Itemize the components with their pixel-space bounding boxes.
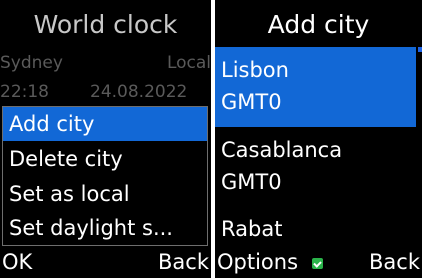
- city-list-item-timezone: GMT0: [221, 90, 282, 114]
- scrollbar[interactable]: [418, 47, 422, 52]
- local-label: Local: [166, 53, 211, 73]
- city-time: 22:18: [0, 82, 49, 102]
- softkey-options[interactable]: Options: [217, 249, 298, 275]
- screen-title: Add city: [267, 10, 370, 39]
- softkey-back[interactable]: Back: [158, 249, 209, 275]
- add-city-screen: Add city Lisbon GMT0 Casablanca GMT0 Rab…: [215, 0, 422, 278]
- city-date: 24.08.2022: [90, 82, 188, 102]
- menu-item-add-city[interactable]: Add city: [3, 107, 207, 141]
- city-list-item-name[interactable]: Casablanca: [221, 136, 342, 164]
- menu-item-delete-city[interactable]: Delete city: [3, 142, 207, 176]
- softkey-back[interactable]: Back: [369, 249, 420, 275]
- check-icon: [312, 258, 323, 269]
- world-clock-screen: World clock Sydney Local 22:18 24.08.202…: [0, 0, 211, 278]
- city-name: Sydney: [0, 53, 63, 73]
- city-list-item-name[interactable]: Rabat: [221, 215, 282, 243]
- screen-title: World clock: [33, 10, 178, 39]
- city-list-item-timezone: GMT0: [221, 170, 282, 194]
- city-list-item-name[interactable]: Lisbon: [221, 56, 289, 84]
- menu-item-set-daylight[interactable]: Set daylight s...: [3, 211, 207, 245]
- options-menu: Add city Delete city Set as local Set da…: [2, 106, 208, 246]
- menu-item-set-as-local[interactable]: Set as local: [3, 177, 207, 211]
- softkey-ok[interactable]: OK: [2, 249, 32, 275]
